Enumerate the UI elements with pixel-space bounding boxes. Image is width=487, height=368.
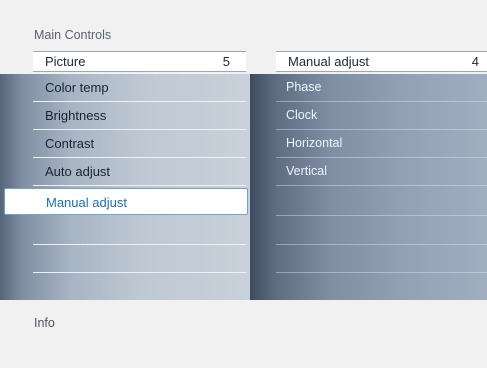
- submenu-item-label: Clock: [286, 108, 318, 122]
- submenu-panel: Phase Clock Horizontal Vertical: [250, 74, 487, 300]
- menu-item-auto-adjust[interactable]: Auto adjust: [33, 158, 246, 186]
- submenu-header-count: 4: [471, 54, 479, 69]
- submenu-item-empty[interactable]: [276, 245, 487, 273]
- picture-header-label: Picture: [45, 54, 86, 69]
- picture-header[interactable]: Picture 5: [33, 51, 246, 72]
- submenu-item-empty[interactable]: [276, 188, 487, 216]
- submenu-item-empty[interactable]: [276, 273, 487, 301]
- picture-header-count: 5: [222, 54, 230, 69]
- submenu-item-vertical[interactable]: Vertical: [276, 158, 487, 186]
- info-label: Info: [34, 316, 55, 330]
- menu-item-label: Auto adjust: [45, 164, 111, 179]
- menu-item-contrast[interactable]: Contrast: [33, 130, 246, 158]
- submenu-item-label: Vertical: [286, 164, 327, 178]
- menu-item-manual-adjust[interactable]: Manual adjust: [4, 188, 248, 215]
- submenu-item-phase[interactable]: Phase: [276, 74, 487, 102]
- menu-item-label: Manual adjust: [46, 195, 127, 210]
- menu-item-empty[interactable]: [33, 273, 246, 301]
- submenu-header: Manual adjust 4: [276, 51, 487, 72]
- submenu-item-horizontal[interactable]: Horizontal: [276, 130, 487, 158]
- menu-item-label: Color temp: [45, 80, 109, 95]
- menu-item-brightness[interactable]: Brightness: [33, 102, 246, 130]
- submenu-item-label: Horizontal: [286, 136, 343, 150]
- menu-item-label: Brightness: [45, 108, 107, 123]
- submenu-item-label: Phase: [286, 80, 322, 94]
- submenu-item-empty[interactable]: [276, 217, 487, 245]
- main-menu-panel: Color temp Brightness Contrast Auto adju…: [0, 74, 250, 300]
- osd-menu: Main Controls Picture 5 Manual adjust 4 …: [0, 0, 487, 368]
- menu-item-empty[interactable]: [33, 217, 246, 245]
- submenu-item-clock[interactable]: Clock: [276, 102, 487, 130]
- menu-item-empty[interactable]: [33, 245, 246, 273]
- menu-title: Main Controls: [34, 28, 112, 42]
- submenu-header-label: Manual adjust: [288, 54, 369, 69]
- menu-item-label: Contrast: [45, 136, 95, 151]
- menu-item-color-temp[interactable]: Color temp: [33, 74, 246, 102]
